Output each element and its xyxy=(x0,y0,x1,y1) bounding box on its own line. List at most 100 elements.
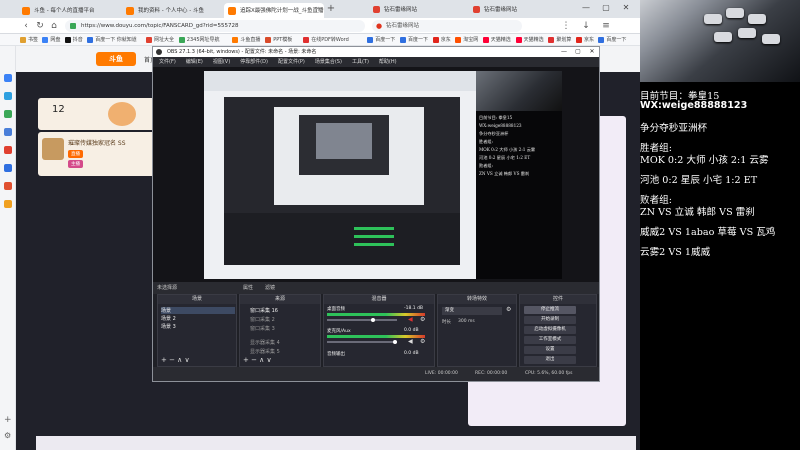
bookmark-item[interactable]: 斗鱼直播 xyxy=(232,36,260,43)
gear-icon[interactable]: ⚙ xyxy=(420,316,425,323)
sidebar-app-icon[interactable] xyxy=(4,164,12,172)
scene-item[interactable]: 场景 3 xyxy=(161,323,176,330)
studio-mode-button[interactable]: 工作室模式 xyxy=(524,336,576,344)
duration-label: 时长 xyxy=(442,320,451,325)
scene-item[interactable]: 场景 xyxy=(161,307,235,314)
scenes-dock-title: 场景 xyxy=(158,295,236,304)
sidebar-app-icon[interactable] xyxy=(4,182,12,190)
bookmark-item[interactable]: 京东 xyxy=(576,36,594,43)
bookmark-item[interactable]: 在线PDF转Word xyxy=(303,36,349,43)
bookmark-item[interactable]: 百度一下 xyxy=(598,36,626,43)
bookmark-item[interactable]: 淘宝网 xyxy=(455,36,478,43)
scene-controls[interactable]: + − ∧ ∨ xyxy=(161,356,190,364)
bookmark-item[interactable]: PPT模板 xyxy=(265,36,292,43)
settings-icon[interactable]: ⚙ xyxy=(4,432,12,440)
exit-button[interactable]: 退出 xyxy=(524,356,576,364)
url-input[interactable]: https://www.douyu.com/topic/FANSCARD_gd?… xyxy=(65,20,365,32)
volume-slider[interactable] xyxy=(327,318,397,322)
obs-minimize-button[interactable]: — xyxy=(557,47,571,57)
properties-button[interactable]: 属性 xyxy=(243,282,253,294)
bookmark-item[interactable]: 书签 xyxy=(20,36,38,43)
menu-icon[interactable]: ≡ xyxy=(600,20,612,32)
obs-menu-item[interactable]: 文件(F) xyxy=(159,59,176,65)
obs-maximize-button[interactable]: ▢ xyxy=(571,47,585,57)
mute-icon[interactable]: ◀ xyxy=(408,316,413,323)
new-tab-button[interactable]: + xyxy=(325,3,337,15)
right-tab[interactable]: 钻石雷缘网站 xyxy=(470,3,521,17)
sidebar-app-icon[interactable] xyxy=(4,92,12,100)
bookmark-item[interactable]: 网盘 xyxy=(42,36,60,43)
source-item[interactable]: 窗口采集 16 xyxy=(250,307,278,314)
search-input[interactable]: ● 钻石雷缘网站 xyxy=(372,20,522,32)
close-window-button[interactable]: ✕ xyxy=(620,2,632,14)
source-item[interactable]: 窗口采集 2 xyxy=(250,316,275,323)
minimize-button[interactable]: — xyxy=(580,2,592,14)
start-recording-button[interactable]: 开始录制 xyxy=(524,316,576,324)
sidebar-app-icon[interactable] xyxy=(4,74,12,82)
stop-streaming-button[interactable]: 停止推流 xyxy=(524,306,576,314)
back-icon[interactable]: ‹ xyxy=(20,20,32,32)
slider-knob[interactable] xyxy=(393,340,397,344)
source-item[interactable]: 显示器采集 4 xyxy=(250,339,280,346)
bookmark-item[interactable]: 天猫精选 xyxy=(515,36,544,43)
refresh-icon[interactable]: ↻ xyxy=(34,20,46,32)
audio-mixer-dock: 混音器 桌面音频 -18.1 dB ◀ ⚙ 麦克风/Aux 0.0 dB ◀ ⚙… xyxy=(323,294,435,367)
obs-menu-item[interactable]: 编辑(E) xyxy=(186,59,203,65)
lock-icon xyxy=(70,23,76,29)
bookmark-item[interactable]: 抖音 xyxy=(64,36,83,43)
scene-item[interactable]: 场景 2 xyxy=(161,315,176,322)
transition-select[interactable]: 渐变 xyxy=(442,307,502,315)
tab-active-stream[interactable]: 追踪X最强佛陀计划一战_斗鱼直播 × xyxy=(224,3,324,18)
slider-knob[interactable] xyxy=(371,318,375,322)
extensions-icon[interactable]: ⋮ xyxy=(560,20,572,32)
filters-button[interactable]: 滤镜 xyxy=(265,282,275,294)
bookmark-item[interactable]: 天猫精选 xyxy=(482,36,511,43)
bookmark-item[interactable]: 京东 xyxy=(432,36,451,43)
obs-close-button[interactable]: ✕ xyxy=(585,47,599,57)
douyu-logo[interactable]: 斗鱼 xyxy=(96,52,136,66)
gear-icon[interactable]: ⚙ xyxy=(506,306,511,313)
maximize-button[interactable]: ▢ xyxy=(600,2,612,14)
obs-menu-item[interactable]: 工具(T) xyxy=(352,59,369,65)
bookmark-item[interactable]: 百度一下 xyxy=(400,36,428,43)
right-tab[interactable]: 钻石雷缘网站 xyxy=(370,3,421,17)
obs-titlebar: OBS 27.1.3 (64-bit, windows) - 配置文件: 未命名… xyxy=(153,47,599,57)
settings-button[interactable]: 设置 xyxy=(524,346,576,354)
mini-overlay-line: 河池 0:2 星辰 小宅 1:2 ET xyxy=(479,155,531,160)
promo-card[interactable]: 璀璨传媒独家冠名 SS 直播 主播 xyxy=(38,132,156,176)
close-tab-icon[interactable]: × xyxy=(315,6,320,12)
nested-browser-capture xyxy=(204,71,476,279)
arcade-button xyxy=(738,28,756,38)
speaker-icon[interactable]: ◀ xyxy=(408,338,413,345)
sidebar-app-icon[interactable] xyxy=(4,146,12,154)
tab-douyu-home[interactable]: 斗鱼 - 每个人的直播平台 xyxy=(18,3,118,18)
mixer-channel-name: 桌面音频 xyxy=(327,307,345,312)
obs-menu-item[interactable]: 帮助(H) xyxy=(379,59,397,65)
obs-menu-item[interactable]: 停靠部件(D) xyxy=(240,59,268,65)
source-item[interactable]: 窗口采集 3 xyxy=(250,325,275,332)
source-item[interactable]: 显示器采集 5 xyxy=(250,348,280,355)
obs-menu-item[interactable]: 配置文件(P) xyxy=(278,59,305,65)
preview-canvas[interactable]: 目前节目: 拳皇15 WX:weige88888123 争分夺秒亚洲杯 胜者组: MOK… xyxy=(204,71,562,279)
duration-value[interactable]: 300 ms xyxy=(458,319,475,324)
mixer-channel-level: -18.1 dB xyxy=(404,306,424,311)
bookmark-item[interactable]: 2345网址导航 xyxy=(178,36,220,43)
tab-profile[interactable]: 我的资料 - 个人中心 - 斗鱼 xyxy=(122,3,222,18)
virtual-camera-button[interactable]: 启动虚拟摄像机 xyxy=(524,326,576,334)
bookmark-item[interactable]: 网址大全 xyxy=(146,36,174,43)
download-icon[interactable]: ↓ xyxy=(580,20,592,32)
sidebar-app-icon[interactable] xyxy=(4,200,12,208)
obs-menu-item[interactable]: 场景集合(S) xyxy=(315,59,342,65)
bookmark-item[interactable]: 百度一下 xyxy=(367,36,395,43)
add-icon[interactable]: + xyxy=(4,416,12,425)
bookmark-item[interactable]: 聚划算 xyxy=(548,36,571,43)
sidebar-app-icon[interactable] xyxy=(4,110,12,118)
obs-menu-item[interactable]: 视图(V) xyxy=(213,59,230,65)
home-icon[interactable]: ⌂ xyxy=(48,20,60,32)
gear-icon[interactable]: ⚙ xyxy=(420,338,425,345)
stream-overlay-panel: 目前节目：拳皇15 WX:weige88888123 争分夺秒亚洲杯 胜者组: … xyxy=(640,0,800,450)
volume-slider[interactable] xyxy=(327,340,397,344)
source-controls[interactable]: + − ∧ ∨ xyxy=(243,356,272,364)
bookmark-item[interactable]: 百度一下 你就知道 xyxy=(87,36,137,43)
sidebar-app-icon[interactable] xyxy=(4,128,12,136)
